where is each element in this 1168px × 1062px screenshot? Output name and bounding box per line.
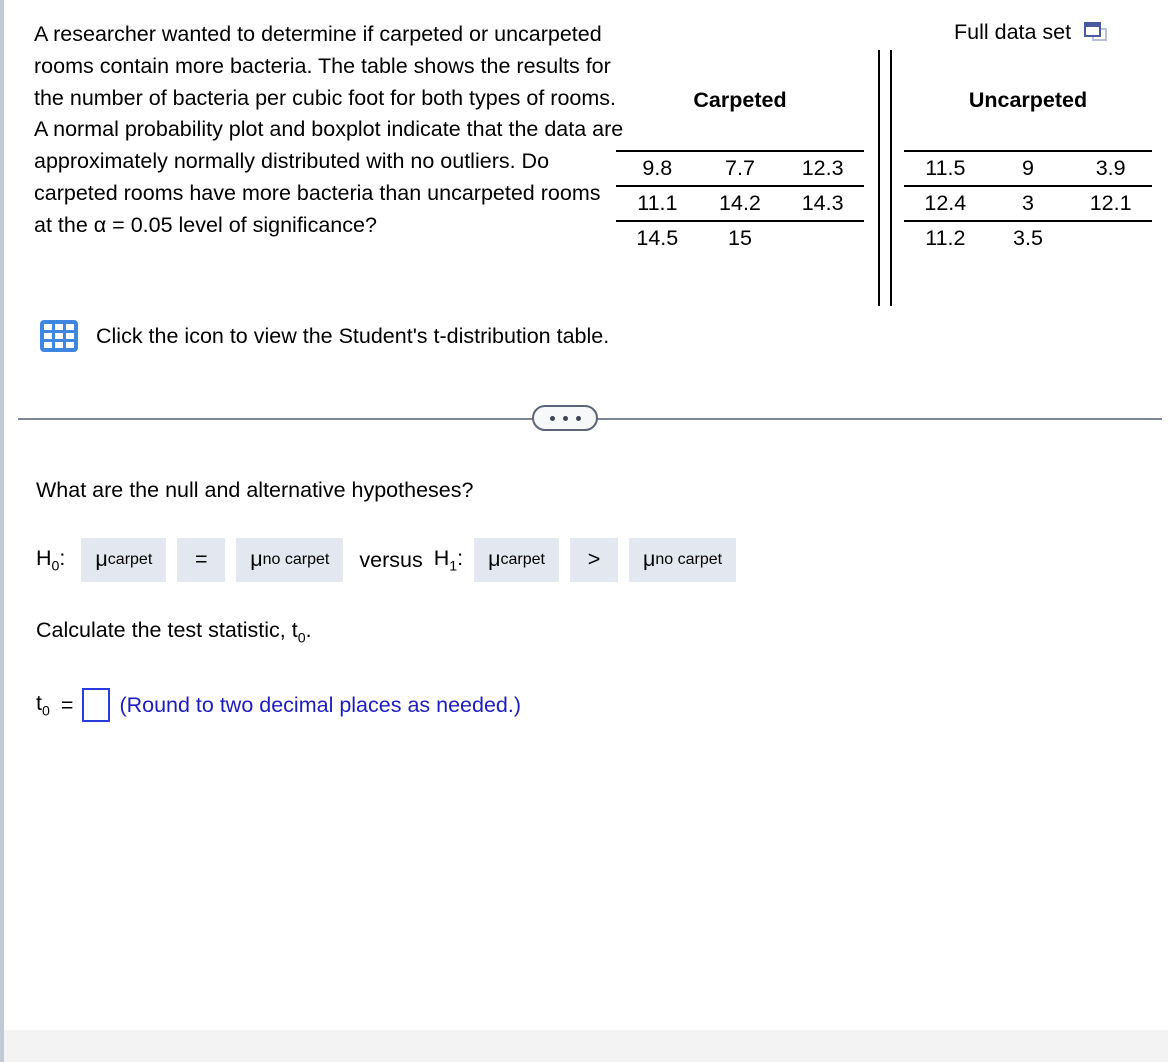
table-separator-right [890, 50, 892, 306]
uncarpeted-header: Uncarpeted [968, 87, 1088, 112]
h1-left-mu-dropdown[interactable]: μ carpet [474, 538, 559, 582]
rounding-hint: (Round to two decimal places as needed.) [119, 692, 521, 717]
t0-label: t0 [36, 690, 50, 720]
table-cell: 7.7 [698, 150, 782, 186]
hypotheses-prompt: What are the null and alternative hypoth… [36, 478, 474, 502]
stacked-windows-icon[interactable] [1084, 22, 1109, 43]
problem-statement: A researcher wanted to determine if carp… [34, 22, 624, 237]
grid-cell [44, 341, 53, 348]
full-data-set-label: Full data set [954, 20, 1072, 44]
h0-right-mu-dropdown[interactable]: μ no carpet [236, 538, 344, 582]
ellipsis-dot [562, 415, 568, 421]
t-distribution-table-label: Click the icon to view the Student's t-d… [96, 323, 610, 348]
uncarpeted-table: Uncarpeted 11.5 9 3.9 12.4 3 12.1 11.2 3… [904, 50, 1152, 255]
table-row: 12.4 3 12.1 [904, 185, 1152, 221]
table-group-header-row: Uncarpeted [904, 50, 1152, 151]
table-cell [1069, 220, 1152, 255]
table-cell: 12.4 [904, 185, 987, 221]
grid-cell [54, 341, 64, 348]
table-cell: 11.5 [904, 150, 987, 186]
full-data-set-link[interactable]: Full data set [954, 20, 1109, 45]
footer-strip [4, 1030, 1168, 1062]
grid-cell [54, 324, 64, 331]
test-statistic-answer-row: t0 = (Round to two decimal places as nee… [36, 688, 521, 722]
table-cell: 14.3 [781, 185, 864, 221]
ellipsis-dot [575, 415, 581, 421]
table-separator-left [878, 50, 880, 306]
table-row: 11.2 3.5 [904, 220, 1152, 255]
table-cell: 3.9 [1069, 150, 1152, 186]
t-distribution-table-link[interactable]: Click the icon to view the Student's t-d… [40, 320, 609, 352]
table-cell: 3 [986, 185, 1070, 221]
table-cell: 9 [986, 150, 1070, 186]
table-cell: 14.2 [698, 185, 782, 221]
table-cell: 3.5 [986, 220, 1070, 255]
grid-cell [65, 324, 74, 331]
table-row: 14.5 15 [616, 220, 864, 255]
h0-operator-dropdown[interactable]: = [177, 538, 226, 582]
table-row: 11.5 9 3.9 [904, 150, 1152, 186]
h1-right-mu-dropdown[interactable]: μ no carpet [628, 538, 737, 582]
grid-table-icon[interactable] [40, 320, 78, 352]
grid-cell [54, 332, 64, 340]
table-group-header-row: Carpeted [616, 50, 864, 151]
grid-cell [44, 324, 53, 331]
carpeted-table: Carpeted 9.8 7.7 12.3 11.1 14.2 14.3 14.… [616, 50, 864, 255]
table-cell: 12.3 [781, 150, 864, 186]
test-statistic-prompt: Calculate the test statistic, t0. [36, 618, 312, 647]
h0-left-mu-dropdown[interactable]: μ carpet [81, 538, 167, 582]
table-cell: 11.2 [904, 220, 987, 255]
ellipsis-dot [549, 415, 555, 421]
table-cell: 9.8 [616, 150, 699, 186]
expand-ellipsis-button[interactable] [532, 405, 598, 431]
hypotheses-answer-row: H0: μ carpet = μ no carpet versus H1: μ car… [36, 538, 737, 582]
versus-label: versus [359, 547, 423, 572]
problem-page: A researcher wanted to determine if carp… [0, 0, 1168, 1062]
table-row: 9.8 7.7 12.3 [616, 150, 864, 186]
table-cell: 15 [698, 220, 782, 255]
grid-cell [65, 332, 74, 340]
table-row: 11.1 14.2 14.3 [616, 185, 864, 221]
h1-label: H1: [433, 545, 464, 575]
table-cell: 14.5 [616, 220, 699, 255]
grid-cell [65, 341, 74, 348]
equals-sign: = [60, 692, 74, 717]
h1-operator-dropdown[interactable]: > [569, 538, 618, 582]
h0-label: H0: [36, 545, 66, 575]
grid-cell [44, 332, 53, 340]
table-cell: 11.1 [616, 185, 699, 221]
carpeted-header: Carpeted [693, 87, 787, 112]
data-table-area: Carpeted 9.8 7.7 12.3 11.1 14.2 14.3 14.… [616, 50, 1162, 306]
window-front-shape [1084, 22, 1102, 37]
table-cell [781, 220, 864, 255]
test-statistic-input[interactable] [82, 688, 111, 722]
table-cell: 12.1 [1069, 185, 1152, 221]
